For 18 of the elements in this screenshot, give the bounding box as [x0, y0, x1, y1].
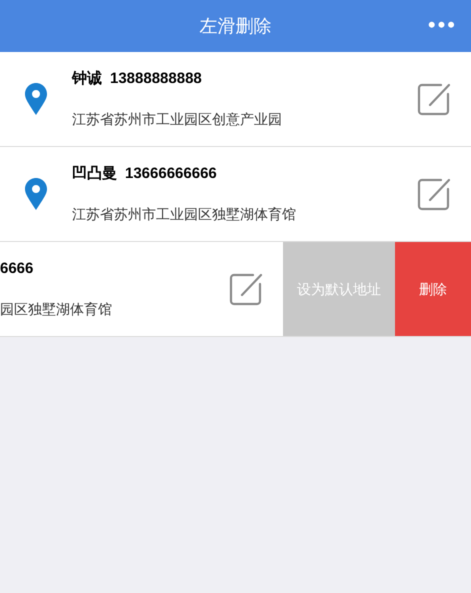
- contact-phone: 6666: [0, 259, 34, 280]
- edit-icon[interactable]: [229, 272, 263, 306]
- contact-phone: 13666666666: [125, 164, 217, 184]
- location-pin-icon: [25, 178, 47, 210]
- edit-icon[interactable]: [417, 82, 451, 116]
- page-title: 左滑删除: [200, 14, 272, 38]
- address-text: 园区独墅湖体育馆: [0, 300, 112, 319]
- address-row[interactable]: 凹凸曼 13666666666 江苏省苏州市工业园区独墅湖体育馆: [0, 147, 471, 242]
- contact-phone: 13888888888: [110, 69, 202, 90]
- address-text: 江苏省苏州市工业园区创意产业园: [72, 110, 283, 129]
- contact-name: 钟诚: [72, 69, 102, 90]
- location-pin-icon: [25, 83, 47, 115]
- edit-icon[interactable]: [417, 177, 451, 211]
- address-text: 江苏省苏州市工业园区独墅湖体育馆: [72, 204, 297, 224]
- more-button[interactable]: •••: [428, 12, 457, 38]
- delete-button[interactable]: 删除: [395, 242, 471, 336]
- contact-name: 凹凸曼: [72, 164, 117, 184]
- address-row[interactable]: 钟诚 13888888888 江苏省苏州市工业园区创意产业园: [0, 52, 471, 147]
